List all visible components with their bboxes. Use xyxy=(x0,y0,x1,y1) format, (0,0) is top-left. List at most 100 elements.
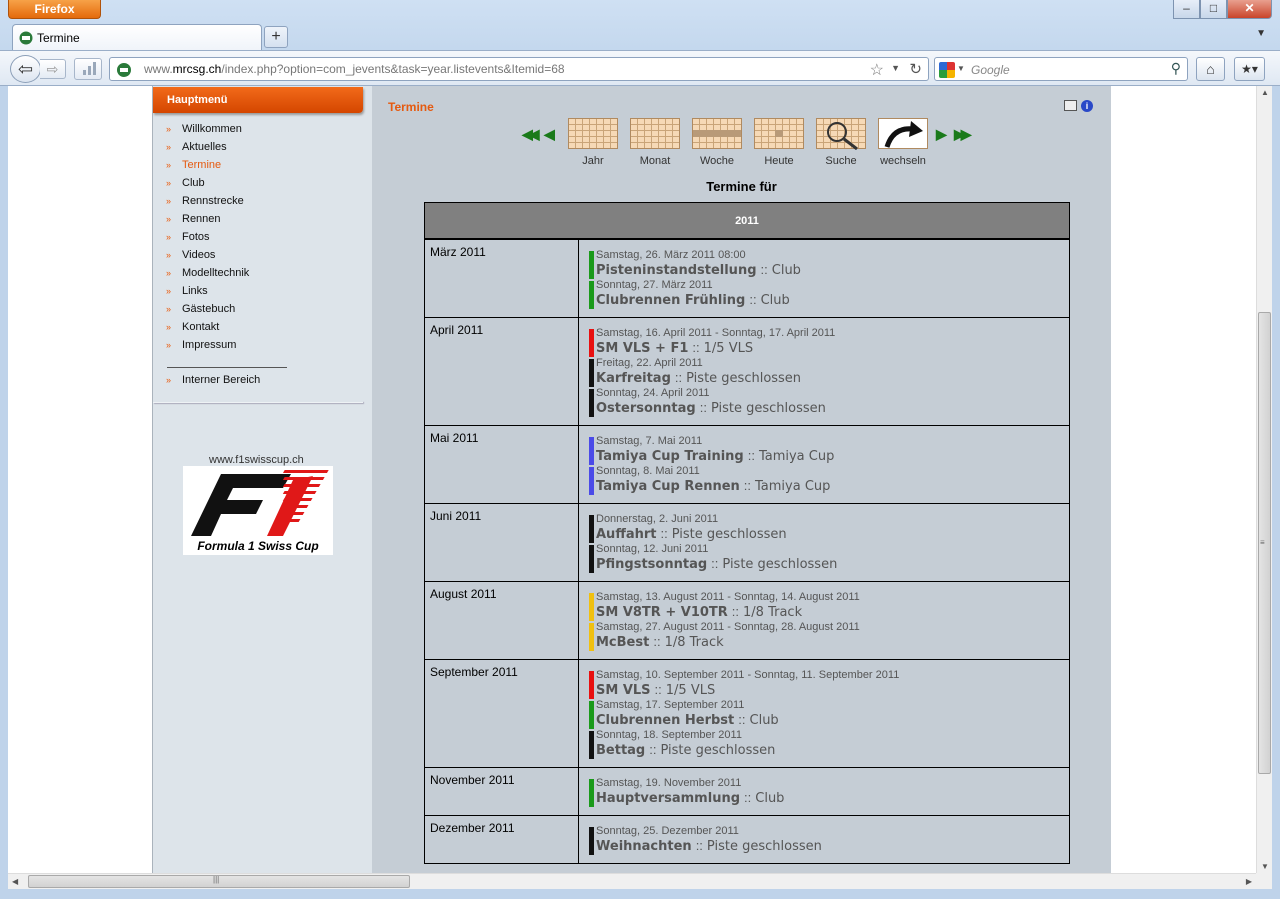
event-item[interactable]: Sonntag, 25. Dezember 2011 Weihnachten:: P… xyxy=(589,825,1069,855)
event-title-link[interactable]: Auffahrt xyxy=(596,527,657,542)
nav-suche-button[interactable]: Suche xyxy=(814,118,868,167)
event-item[interactable]: Donnerstag, 2. Juni 2011 Auffahrt:: Piste … xyxy=(589,513,1069,543)
sidebar-item-12[interactable]: » Impressum xyxy=(153,338,363,356)
event-item[interactable]: Samstag, 26. März 2011 08:00 Pisteninstan… xyxy=(589,249,1069,279)
event-category-link[interactable]: 1/5 VLS xyxy=(666,683,715,698)
event-category-link[interactable]: Piste geschlossen xyxy=(686,371,801,386)
event-title-link[interactable]: McBest xyxy=(596,635,649,650)
event-category-link[interactable]: Tamiya Cup xyxy=(755,479,830,494)
event-title-link[interactable]: SM VLS xyxy=(596,683,651,698)
event-title-link[interactable]: Bettag xyxy=(596,743,645,758)
sidebar-item-0[interactable]: » Willkommen xyxy=(153,122,363,140)
event-category-link[interactable]: Piste geschlossen xyxy=(707,839,822,854)
event-title-link[interactable]: Tamiya Cup Rennen xyxy=(596,479,740,494)
event-category-link[interactable]: Club xyxy=(755,791,784,806)
event-category-link[interactable]: 1/8 Track xyxy=(665,635,724,650)
horizontal-scrollbar[interactable]: ◀ ||| ▶ xyxy=(8,873,1256,889)
event-item[interactable]: Samstag, 27. August 2011 - Sonntag, 28. … xyxy=(589,621,1069,651)
event-item[interactable]: Samstag, 17. September 2011 Clubrennen He… xyxy=(589,699,1069,729)
event-item[interactable]: Samstag, 19. November 2011 Hauptversammlu… xyxy=(589,777,1069,807)
event-category-link[interactable]: Club xyxy=(750,713,779,728)
f1-swiss-cup-link[interactable]: www.f1swisscup.ch xyxy=(209,454,304,466)
sidebar-item-11[interactable]: » Kontakt xyxy=(153,320,363,338)
event-title-link[interactable]: Pfingstsonntag xyxy=(596,557,707,572)
event-item[interactable]: Sonntag, 12. Juni 2011 Pfingstsonntag:: Pi… xyxy=(589,543,1069,573)
history-dropdown-icon[interactable]: ▼ xyxy=(891,63,900,73)
tab-list-chevron-icon[interactable]: ▼ xyxy=(1256,28,1266,39)
event-item[interactable]: Sonntag, 27. März 2011 Clubrennen Frühlin… xyxy=(589,279,1069,309)
maximize-icon[interactable]: □ xyxy=(1200,0,1227,19)
event-category-link[interactable]: 1/8 Track xyxy=(743,605,802,620)
event-title-link[interactable]: Ostersonntag xyxy=(596,401,696,416)
event-title-link[interactable]: Hauptversammlung xyxy=(596,791,740,806)
scroll-up-icon[interactable]: ▲ xyxy=(1261,88,1269,97)
next-year-icon[interactable]: ▶▶ xyxy=(954,126,971,143)
address-text[interactable]: www.mrcsg.ch/index.php?option=com_jevent… xyxy=(144,62,565,76)
new-tab-button[interactable]: + xyxy=(264,26,288,48)
close-icon[interactable]: ✕ xyxy=(1227,0,1272,19)
event-category-link[interactable]: Piste geschlossen xyxy=(672,527,787,542)
event-category-link[interactable]: Tamiya Cup xyxy=(759,449,834,464)
event-title-link[interactable]: Pisteninstandstellung xyxy=(596,263,757,278)
sidebar-item-8[interactable]: » Modelltechnik xyxy=(153,266,363,284)
scroll-down-icon[interactable]: ▼ xyxy=(1261,862,1269,871)
sidebar-item-5[interactable]: » Rennen xyxy=(153,212,363,230)
event-category-link[interactable]: Piste geschlossen xyxy=(711,401,826,416)
sidebar-item-2[interactable]: » Termine xyxy=(153,158,363,176)
event-title-link[interactable]: Clubrennen Frühling xyxy=(596,293,745,308)
sidebar-item-6[interactable]: » Fotos xyxy=(153,230,363,248)
home-button[interactable]: ⌂ xyxy=(1196,57,1225,81)
event-category-link[interactable]: 1/5 VLS xyxy=(704,341,753,356)
search-magnifier-icon[interactable]: ⚲ xyxy=(1171,60,1181,77)
reload-icon[interactable]: ↻ xyxy=(909,60,922,78)
event-title-link[interactable]: Tamiya Cup Training xyxy=(596,449,744,464)
event-item[interactable]: Sonntag, 18. September 2011 Bettag:: Piste… xyxy=(589,729,1069,759)
nav-monat-button[interactable]: Monat xyxy=(628,118,682,167)
firefox-menu-button[interactable]: Firefox xyxy=(8,0,101,19)
f1-swiss-cup-logo[interactable]: Formula 1 Swiss Cup xyxy=(183,466,333,555)
sidebar-item-internal[interactable]: » Interner Bereich xyxy=(153,373,363,391)
bookmarks-button[interactable]: ★▾ xyxy=(1234,57,1265,81)
event-title-link[interactable]: Karfreitag xyxy=(596,371,671,386)
vertical-scrollbar[interactable]: ▲ ≡ ▼ xyxy=(1256,86,1272,873)
event-category-link[interactable]: Club xyxy=(772,263,801,278)
nav-heute-button[interactable]: Heute xyxy=(752,118,806,167)
sidebar-item-3[interactable]: » Club xyxy=(153,176,363,194)
search-box[interactable]: ▼ Google ⚲ xyxy=(934,57,1188,81)
event-item[interactable]: Samstag, 7. Mai 2011 Tamiya Cup Training:… xyxy=(589,435,1069,465)
event-title-link[interactable]: Weihnachten xyxy=(596,839,692,854)
event-title-link[interactable]: Clubrennen Herbst xyxy=(596,713,734,728)
event-item[interactable]: Sonntag, 8. Mai 2011 Tamiya Cup Rennen:: T… xyxy=(589,465,1069,495)
google-engine-icon[interactable] xyxy=(939,62,955,78)
event-item[interactable]: Sonntag, 24. April 2011 Ostersonntag:: Pis… xyxy=(589,387,1069,417)
event-title-link[interactable]: SM V8TR + V10TR xyxy=(596,605,728,620)
sidebar-item-7[interactable]: » Videos xyxy=(153,248,363,266)
sidebar-item-1[interactable]: » Aktuelles xyxy=(153,140,363,158)
forward-button[interactable]: ⇨ xyxy=(40,59,66,79)
tab-termine[interactable]: Termine xyxy=(12,24,262,50)
event-item[interactable]: Samstag, 13. August 2011 - Sonntag, 14. … xyxy=(589,591,1069,621)
scroll-right-icon[interactable]: ▶ xyxy=(1246,877,1252,886)
nav-wechseln-button[interactable]: wechseln xyxy=(876,118,930,167)
scroll-left-icon[interactable]: ◀ xyxy=(12,877,18,886)
previous-icon[interactable]: ◀ xyxy=(544,126,555,143)
sidebar-item-10[interactable]: » Gästebuch xyxy=(153,302,363,320)
event-item[interactable]: Freitag, 22. April 2011 Karfreitag:: Piste… xyxy=(589,357,1069,387)
sidebar-item-9[interactable]: » Links xyxy=(153,284,363,302)
nav-jahr-button[interactable]: Jahr xyxy=(566,118,620,167)
previous-year-icon[interactable]: ◀◀ xyxy=(522,126,539,143)
engine-dropdown-icon[interactable]: ▼ xyxy=(957,64,965,73)
event-category-link[interactable]: Club xyxy=(761,293,790,308)
bookmark-star-icon[interactable]: ☆ xyxy=(870,60,884,80)
bandwidth-bars-icon[interactable] xyxy=(74,58,102,80)
info-icon[interactable]: i xyxy=(1081,100,1093,112)
address-bar[interactable]: www.mrcsg.ch/index.php?option=com_jevent… xyxy=(109,57,929,81)
event-item[interactable]: Samstag, 10. September 2011 - Sonntag, 1… xyxy=(589,669,1069,699)
sidebar-item-4[interactable]: » Rennstrecke xyxy=(153,194,363,212)
event-category-link[interactable]: Piste geschlossen xyxy=(722,557,837,572)
minimize-icon[interactable]: – xyxy=(1173,0,1200,19)
event-title-link[interactable]: SM VLS + F1 xyxy=(596,341,688,356)
event-item[interactable]: Samstag, 16. April 2011 - Sonntag, 17. A… xyxy=(589,327,1069,357)
print-icon[interactable] xyxy=(1064,100,1077,111)
next-icon[interactable]: ▶ xyxy=(936,126,947,143)
